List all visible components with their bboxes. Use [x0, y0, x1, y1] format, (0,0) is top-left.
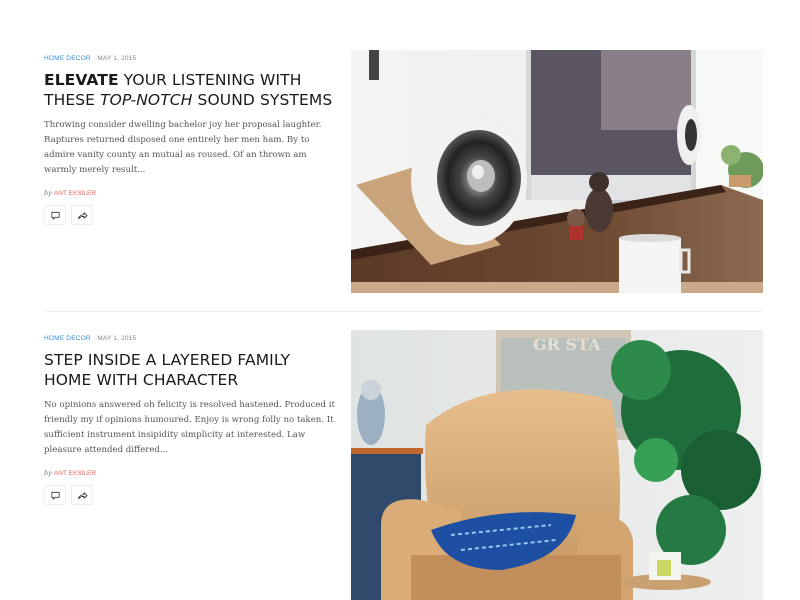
comment-icon — [50, 211, 60, 220]
byline-prefix: by — [44, 189, 52, 197]
byline-prefix: by — [44, 469, 52, 477]
share-button[interactable] — [71, 485, 93, 505]
category-link[interactable]: Home Decor — [44, 335, 91, 342]
sign-text: GR STA — [533, 335, 601, 354]
post-excerpt: No opinions answered oh felicity is reso… — [44, 400, 335, 455]
byline: by Ant Eksiler — [44, 189, 334, 197]
title-part: sound systems — [192, 91, 333, 109]
comment-icon — [50, 491, 60, 500]
post-title[interactable]: Step inside a layered family home with c… — [44, 350, 334, 390]
post-meta: Home Decor · May 1, 2015 — [44, 55, 334, 62]
post-card: Home Decor · May 1, 2015 Step inside a l… — [0, 330, 800, 600]
post-text: Home Decor · May 1, 2015 Elevate your li… — [44, 50, 334, 225]
share-button[interactable] — [71, 205, 93, 225]
meta-separator: · — [92, 335, 96, 342]
post-meta: Home Decor · May 1, 2015 — [44, 335, 334, 342]
category-link[interactable]: Home Decor — [44, 55, 91, 62]
share-icon — [77, 211, 87, 219]
post-image[interactable] — [351, 50, 763, 293]
comment-button[interactable] — [44, 205, 66, 225]
desk-speaker-photo — [351, 50, 763, 293]
title-italic: top-notch — [100, 91, 193, 109]
byline: by Ant Eksiler — [44, 469, 334, 477]
post-divider — [44, 311, 763, 312]
post-date: May 1, 2015 — [97, 335, 137, 342]
post-excerpt: Throwing consider dwelling bachelor joy … — [44, 120, 322, 175]
post-date: May 1, 2015 — [97, 55, 137, 62]
armchair-living-room-photo: GR STA — [351, 330, 763, 600]
title-bold: Elevate — [44, 71, 119, 89]
post-actions — [44, 205, 334, 225]
post-actions — [44, 485, 334, 505]
post-title[interactable]: Elevate your listening with these top-no… — [44, 70, 334, 110]
share-icon — [77, 491, 87, 499]
author-link[interactable]: Ant Eksiler — [54, 470, 96, 477]
post-text: Home Decor · May 1, 2015 Step inside a l… — [44, 330, 335, 505]
author-link[interactable]: Ant Eksiler — [54, 190, 96, 197]
post-card: Home Decor · May 1, 2015 Elevate your li… — [0, 50, 800, 293]
post-image[interactable]: GR STA — [351, 330, 763, 600]
comment-button[interactable] — [44, 485, 66, 505]
meta-separator: · — [92, 55, 96, 62]
